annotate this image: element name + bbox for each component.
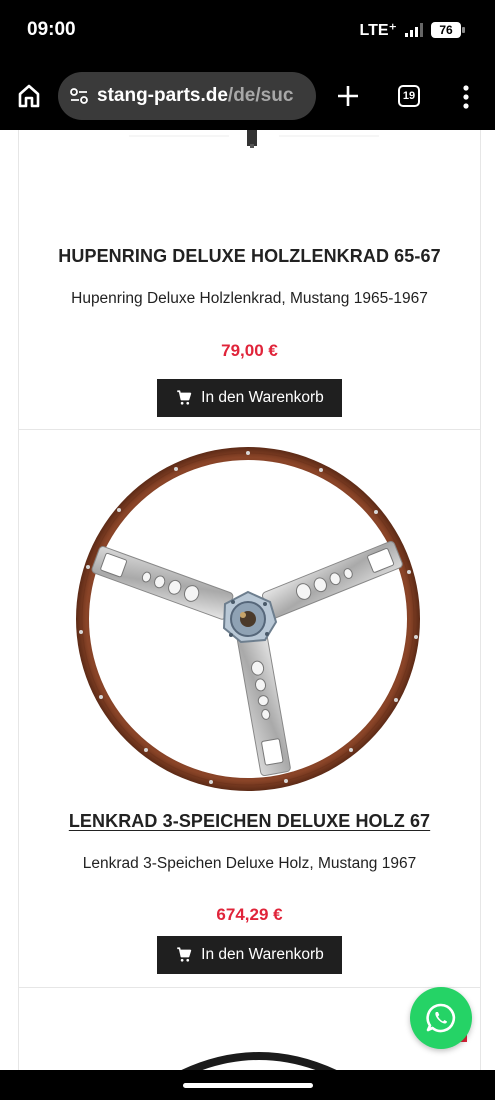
signal-icon — [405, 23, 423, 37]
url-text: stang-parts.de/de/suc — [97, 85, 293, 107]
cart-icon — [177, 947, 192, 962]
product-price: 79,00 € — [221, 341, 278, 360]
product-card: LENKRAD 3-SPEICHEN DELUXE HOLZ 67 Lenkra… — [18, 430, 481, 988]
status-bar: 09:00 LTE⁺ 76 — [0, 0, 495, 62]
url-domain: stang-parts.de — [97, 85, 228, 106]
overflow-menu-icon[interactable] — [456, 84, 476, 110]
steering-wheel-image[interactable] — [71, 442, 426, 797]
whatsapp-chat-button[interactable] — [410, 987, 472, 1049]
tab-switcher-icon[interactable]: 19 — [398, 85, 420, 107]
address-bar[interactable]: stang-parts.de/de/suc — [58, 72, 316, 120]
product-price: 674,29 € — [216, 905, 283, 924]
status-indicators: LTE⁺ 76 — [359, 20, 465, 40]
page-content: HUPENRING DELUXE HOLZLENKRAD 65-67 Hupen… — [0, 130, 495, 1070]
new-tab-plus-icon[interactable] — [334, 82, 362, 110]
add-to-cart-label: In den Warenkorb — [201, 389, 324, 406]
product-title[interactable]: LENKRAD 3-SPEICHEN DELUXE HOLZ 67 — [19, 811, 480, 832]
battery-icon: 76 — [431, 22, 465, 38]
product-image-partial[interactable] — [109, 130, 389, 150]
url-path: /de/suc — [227, 85, 294, 106]
home-gesture-handle[interactable] — [183, 1083, 313, 1088]
add-to-cart-button[interactable]: In den Warenkorb — [157, 936, 342, 974]
browser-toolbar: stang-parts.de/de/suc 19 — [0, 62, 495, 130]
network-type: LTE⁺ — [359, 22, 397, 39]
product-description: Lenkrad 3-Speichen Deluxe Holz, Mustang … — [82, 855, 417, 872]
navigation-bar — [0, 1070, 495, 1100]
cart-icon — [177, 390, 192, 405]
steering-wheel-image[interactable] — [109, 1026, 409, 1070]
product-card: HUPENRING DELUXE HOLZLENKRAD 65-67 Hupen… — [18, 130, 481, 430]
add-to-cart-button[interactable]: In den Warenkorb — [157, 379, 342, 417]
product-title[interactable]: HUPENRING DELUXE HOLZLENKRAD 65-67 — [19, 246, 480, 267]
product-description: Hupenring Deluxe Holzlenkrad, Mustang 19… — [71, 290, 428, 307]
home-icon[interactable] — [14, 81, 44, 111]
site-settings-icon[interactable] — [68, 85, 90, 107]
phone-screen: 09:00 LTE⁺ 76 stang-parts.de/de/suc 19 H… — [0, 0, 495, 1100]
status-time: 09:00 — [27, 19, 76, 40]
whatsapp-icon — [426, 1003, 456, 1033]
add-to-cart-label: In den Warenkorb — [201, 946, 324, 963]
